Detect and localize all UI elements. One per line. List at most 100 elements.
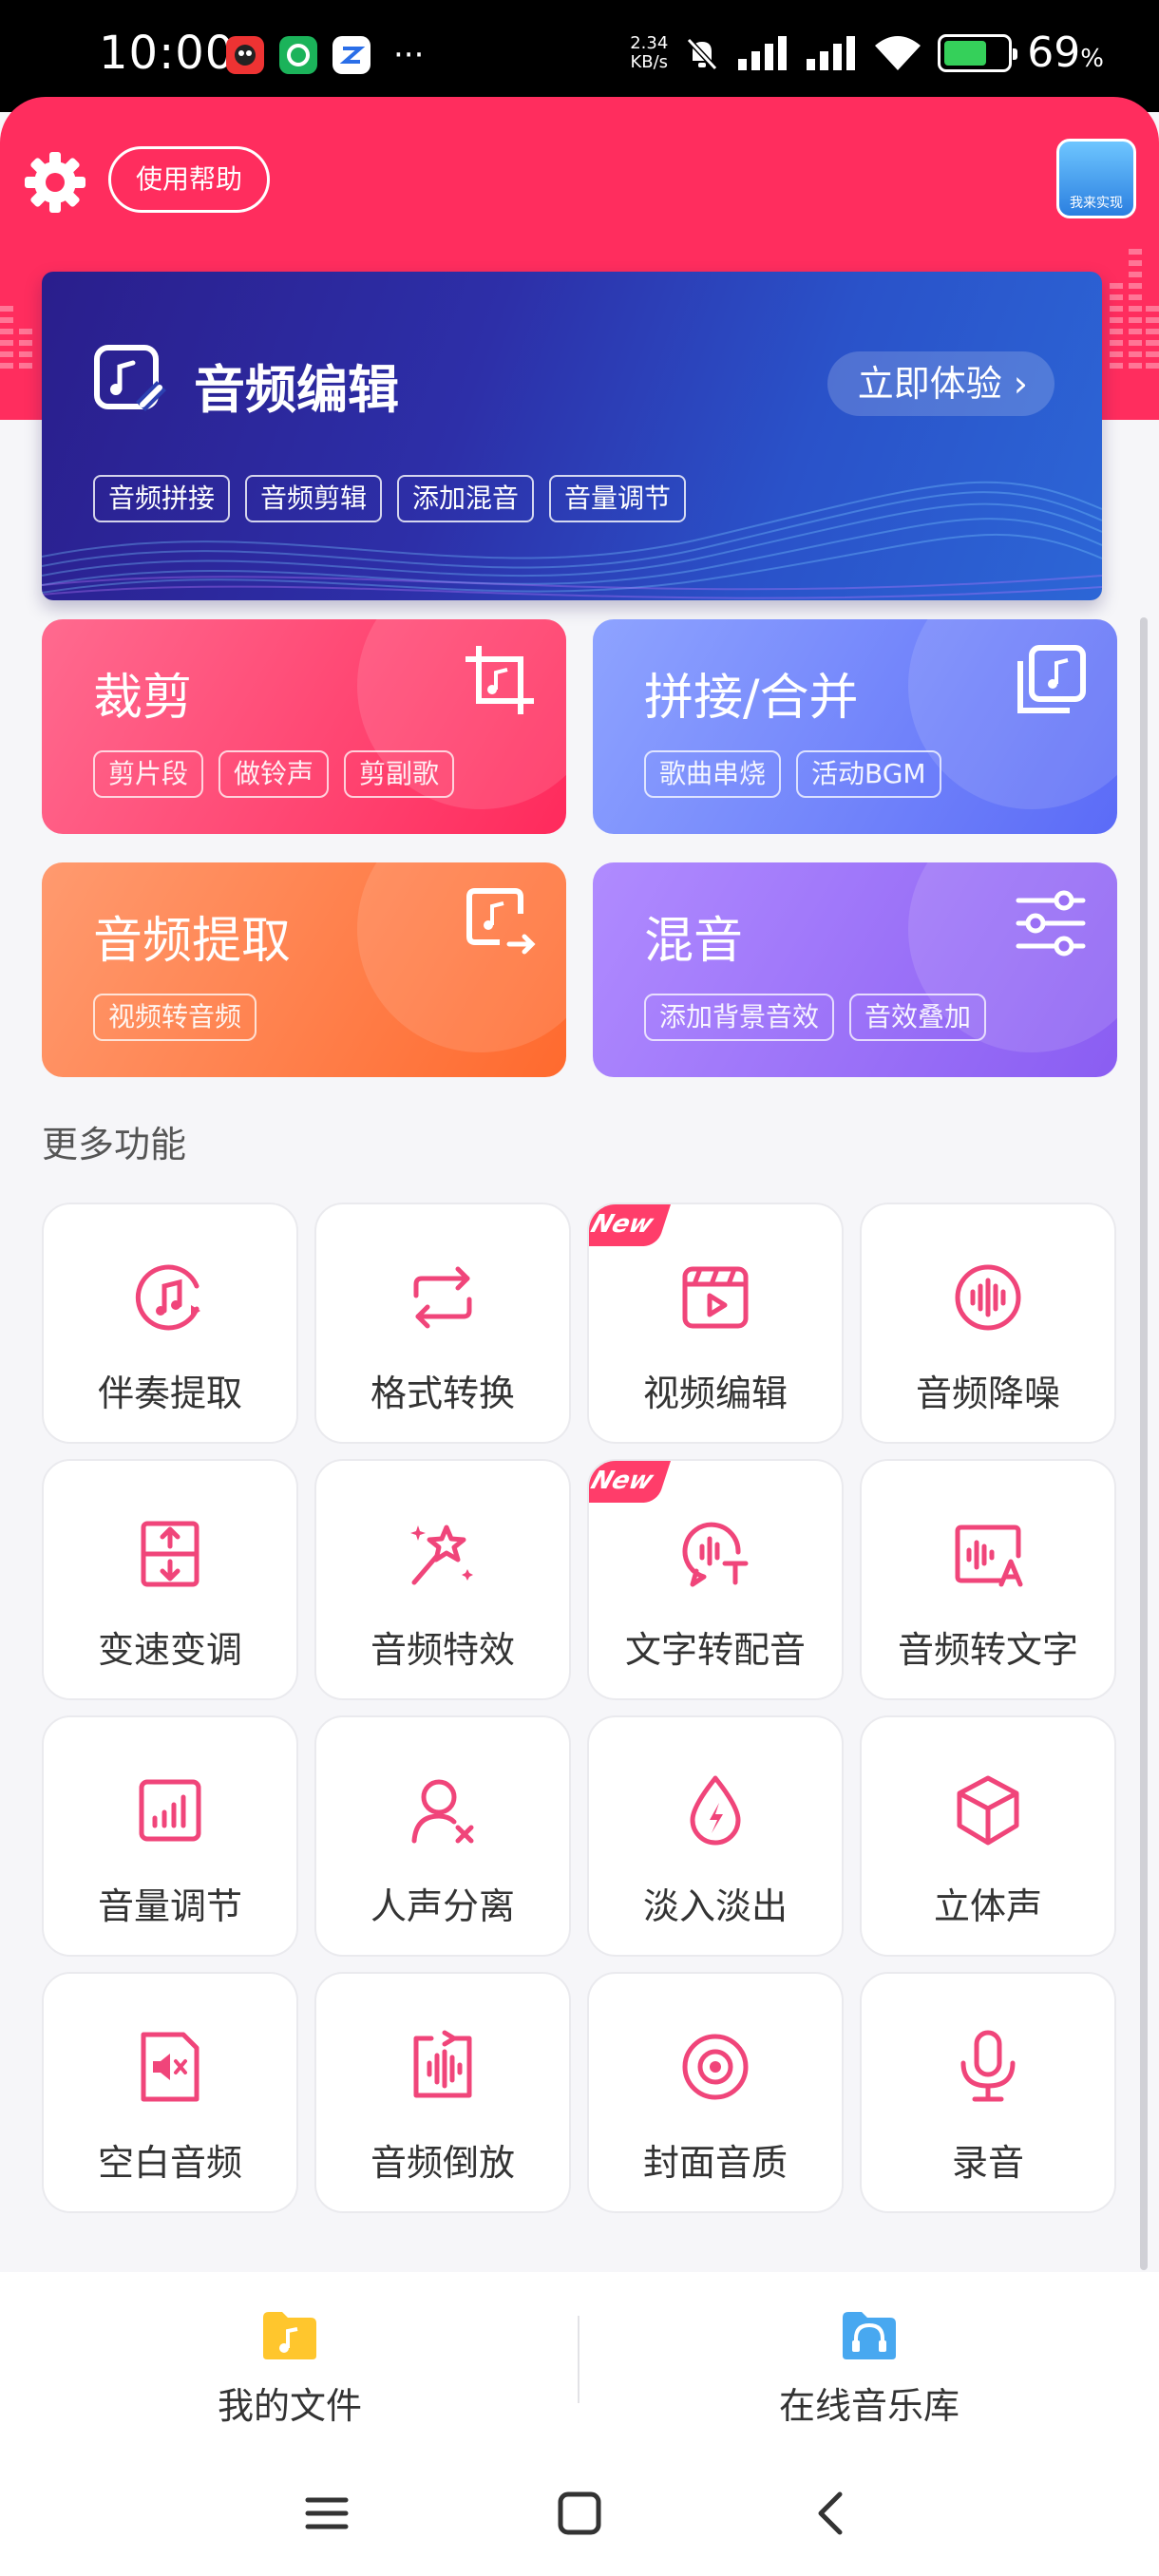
app-icon-3	[332, 36, 370, 74]
card-title: 音频提取	[93, 913, 292, 970]
more-dots: ···	[393, 36, 425, 74]
chevron-right-icon: ›	[1013, 363, 1028, 405]
tool-stereo[interactable]: 立体声	[860, 1715, 1116, 1957]
menu-icon[interactable]	[298, 2485, 355, 2542]
promo-text: 我来实现	[1070, 196, 1123, 211]
card-extract[interactable]: 音频提取 视频转音频	[42, 862, 566, 1077]
crop-icon	[466, 646, 534, 714]
tool-label: 录音	[951, 2142, 1024, 2184]
accompaniment-extract-icon	[135, 1264, 200, 1331]
system-nav-bar	[0, 2453, 1159, 2576]
card-tags: 视频转音频	[93, 994, 257, 1041]
tool-fade[interactable]: 淡入淡出	[587, 1715, 844, 1957]
banner-tag: 添加混音	[397, 475, 535, 522]
tool-label: 音频转文字	[897, 1629, 1078, 1671]
card-crop[interactable]: 裁剪 剪片段 做铃声 剪副歌	[42, 619, 566, 834]
signal-icon	[807, 35, 856, 70]
banner-tag: 音频剪辑	[245, 475, 383, 522]
card-mix[interactable]: 混音 添加背景音效 音效叠加	[593, 862, 1117, 1077]
more-features-title: 更多功能	[42, 1124, 187, 1165]
card-tag: 音效叠加	[849, 994, 987, 1041]
folder-music-icon	[263, 2312, 316, 2359]
speed-pitch-icon	[141, 1521, 200, 1587]
mute-bell-icon	[687, 37, 718, 70]
tool-label: 文字转配音	[624, 1629, 806, 1671]
tool-speed-pitch[interactable]: 变速变调	[42, 1459, 298, 1700]
tool-accompaniment-extract[interactable]: 伴奏提取	[42, 1203, 298, 1444]
volume-bars-icon	[139, 1779, 201, 1842]
status-right: 2.34 KB/s 69%	[630, 28, 1104, 77]
status-bar: 10:00 ··· 2.34 KB/s 69%	[0, 0, 1159, 112]
battery-percent: 69%	[1027, 28, 1104, 77]
stereo-cube-icon	[957, 1775, 1019, 1846]
equalizer-decor-right	[1110, 249, 1159, 369]
net-speed: 2.34 KB/s	[630, 32, 669, 72]
tool-noise-reduction[interactable]: 音频降噪	[860, 1203, 1116, 1444]
status-time: 10:00	[99, 27, 236, 80]
wifi-icon	[875, 35, 922, 70]
card-tag: 剪副歌	[344, 750, 455, 798]
tool-label: 视频编辑	[642, 1373, 788, 1414]
tool-record[interactable]: 录音	[860, 1972, 1116, 2213]
app-icon-2	[279, 36, 317, 74]
scrollbar[interactable]	[1140, 617, 1148, 2270]
try-now-label: 立即体验	[857, 363, 1002, 405]
tool-label: 淡入淡出	[642, 1885, 788, 1927]
sliders-icon	[1016, 890, 1086, 957]
tool-reverse-audio[interactable]: 音频倒放	[314, 1972, 571, 2213]
settings-gear-icon[interactable]	[23, 150, 87, 215]
nav-label: 我的文件	[217, 2385, 362, 2427]
home-icon[interactable]	[551, 2485, 608, 2542]
net-speed-unit: KB/s	[630, 51, 669, 72]
tool-label: 音频特效	[370, 1629, 515, 1671]
tool-text-to-speech[interactable]: New 文字转配音	[587, 1459, 844, 1700]
music-edit-icon	[94, 345, 166, 411]
banner-title: 音频编辑	[194, 360, 399, 420]
microphone-icon	[960, 2030, 1016, 2102]
help-button[interactable]: 使用帮助	[108, 146, 271, 213]
tool-format-convert[interactable]: 格式转换	[314, 1203, 571, 1444]
tool-speech-to-text[interactable]: 音频转文字	[860, 1459, 1116, 1700]
banner-tag: 音量调节	[549, 475, 687, 522]
voice-separate-icon	[411, 1779, 474, 1844]
banner-wave-decor	[42, 481, 1102, 599]
new-badge: New	[589, 1461, 671, 1503]
tool-silent-audio[interactable]: 空白音频	[42, 1972, 298, 2213]
silent-audio-icon	[141, 2032, 200, 2102]
try-now-button[interactable]: 立即体验 ›	[826, 351, 1054, 416]
card-tag: 活动BGM	[796, 750, 941, 798]
tool-audio-effects[interactable]: 音频特效	[314, 1459, 571, 1700]
music-export-icon	[466, 888, 536, 955]
status-app-icons: ···	[226, 36, 424, 74]
nav-music-library[interactable]: 在线音乐库	[580, 2304, 1159, 2429]
magic-wand-icon	[410, 1525, 473, 1585]
card-tag: 视频转音频	[93, 994, 257, 1041]
app-icon-1	[226, 36, 264, 74]
nav-label: 在线音乐库	[778, 2385, 960, 2427]
tool-volume-adjust[interactable]: 音量调节	[42, 1715, 298, 1957]
tool-label: 空白音频	[97, 2142, 242, 2184]
tool-video-edit[interactable]: New 视频编辑	[587, 1203, 844, 1444]
video-edit-icon	[682, 1266, 749, 1329]
audio-edit-banner[interactable]: 音频编辑 立即体验 › 音频拼接 音频剪辑 添加混音 音量调节	[42, 272, 1102, 600]
speech-to-text-icon	[955, 1525, 1023, 1587]
card-tags: 添加背景音效 音效叠加	[644, 994, 987, 1041]
signal-icon	[738, 35, 788, 70]
card-title: 拼接/合并	[644, 670, 859, 727]
tool-label: 人声分离	[370, 1885, 515, 1927]
card-title: 混音	[644, 913, 744, 970]
headphones-icon	[843, 2312, 896, 2359]
tool-voice-separate[interactable]: 人声分离	[314, 1715, 571, 1957]
card-tag: 剪片段	[93, 750, 204, 798]
promo-feedback-icon[interactable]: 我来实现	[1056, 139, 1136, 218]
net-speed-value: 2.34	[630, 32, 669, 53]
back-icon[interactable]	[804, 2485, 861, 2542]
nav-my-files[interactable]: 我的文件	[0, 2304, 580, 2429]
card-merge[interactable]: 拼接/合并 歌曲串烧 活动BGM	[593, 619, 1117, 834]
banner-tags: 音频拼接 音频剪辑 添加混音 音量调节	[93, 475, 687, 522]
tool-label: 变速变调	[97, 1629, 242, 1671]
card-title: 裁剪	[93, 670, 193, 727]
card-tag: 做铃声	[218, 750, 330, 798]
convert-icon	[413, 1266, 472, 1329]
tool-cover-quality[interactable]: 封面音质	[587, 1972, 844, 2213]
